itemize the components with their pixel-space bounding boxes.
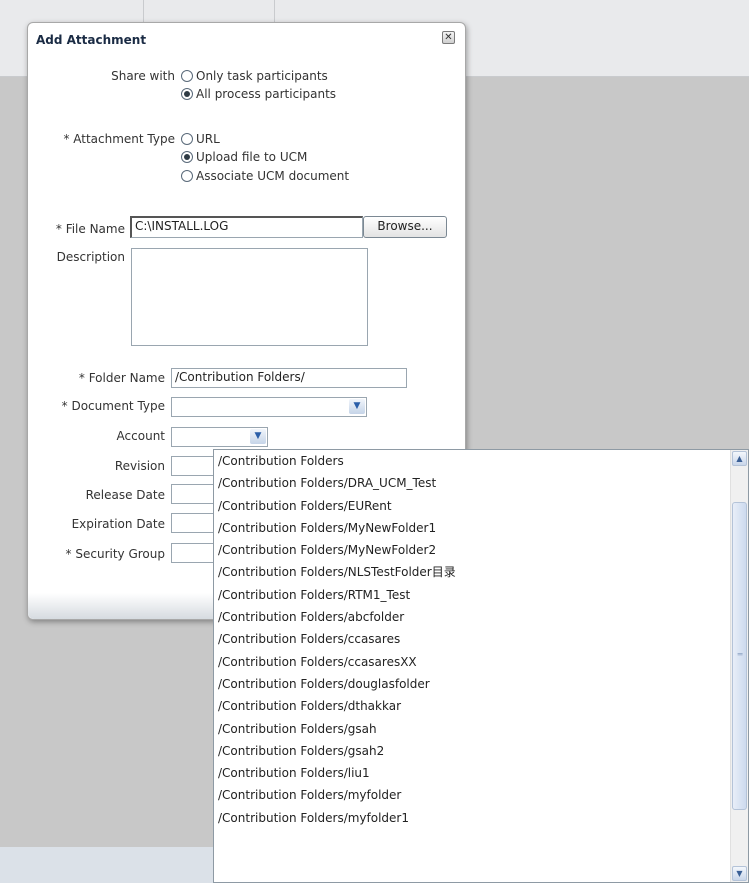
folder-name-input[interactable]: /Contribution Folders/ [171, 368, 407, 388]
folder-suggestion-item[interactable]: /Contribution Folders [214, 450, 731, 472]
scroll-up-icon[interactable]: ▲ [732, 451, 747, 466]
release-date-label: Release Date [85, 488, 165, 502]
folder-suggestion-item[interactable]: /Contribution Folders/abcfolder [214, 606, 731, 628]
account-label: Account [116, 429, 165, 443]
scroll-down-icon[interactable]: ▼ [732, 866, 747, 881]
radio-unselected-icon[interactable] [181, 170, 193, 182]
chevron-down-icon[interactable]: ▼ [250, 429, 266, 444]
attachment-type-upload[interactable]: Upload file to UCM [181, 150, 307, 164]
revision-label: Revision [114, 459, 165, 473]
attachment-type-associate[interactable]: Associate UCM document [181, 169, 349, 183]
account-select[interactable]: ▼ [171, 427, 268, 447]
folder-suggestion-item[interactable]: /Contribution Folders/gsah2 [214, 740, 731, 762]
folder-suggestion-item[interactable]: /Contribution Folders/ccasares [214, 628, 731, 650]
share-with-label: Share with [111, 69, 175, 83]
close-icon[interactable]: ✕ [442, 31, 455, 44]
file-name-label: * File Name [55, 222, 125, 236]
share-option-task[interactable]: Only task participants [181, 69, 328, 83]
dropdown-scrollbar[interactable]: ▲ ═ ▼ [730, 450, 748, 882]
chevron-down-icon[interactable]: ▼ [349, 399, 365, 414]
file-name-input[interactable]: C:\INSTALL.LOG [130, 216, 363, 238]
folder-suggestion-item[interactable]: /Contribution Folders/EURent [214, 495, 731, 517]
folder-suggestion-item[interactable]: /Contribution Folders/dthakkar [214, 695, 731, 717]
folder-suggestion-item[interactable]: /Contribution Folders/myfolder [214, 784, 731, 806]
attachment-type-url[interactable]: URL [181, 132, 220, 146]
scrollbar-thumb[interactable]: ═ [732, 502, 747, 810]
folder-suggestion-list: /Contribution Folders/Contribution Folde… [214, 450, 731, 829]
folder-suggestion-item[interactable]: /Contribution Folders/MyNewFolder1 [214, 517, 731, 539]
folder-suggestion-dropdown[interactable]: /Contribution Folders/Contribution Folde… [213, 449, 749, 883]
folder-name-label: * Folder Name [78, 371, 165, 385]
folder-suggestion-item[interactable]: /Contribution Folders/RTM1_Test [214, 584, 731, 606]
document-type-select[interactable]: ▼ [171, 397, 367, 417]
folder-suggestion-item[interactable]: /Contribution Folders/MyNewFolder2 [214, 539, 731, 561]
radio-unselected-icon[interactable] [181, 70, 193, 82]
folder-suggestion-item[interactable]: /Contribution Folders/NLSTestFolder目录 [214, 561, 731, 583]
share-option-process[interactable]: All process participants [181, 87, 336, 101]
folder-suggestion-item[interactable]: /Contribution Folders/douglasfolder [214, 673, 731, 695]
folder-suggestion-item[interactable]: /Contribution Folders/gsah [214, 718, 731, 740]
document-type-label: * Document Type [61, 399, 165, 413]
expiration-date-label: Expiration Date [71, 517, 165, 531]
security-group-label: * Security Group [65, 547, 165, 561]
folder-suggestion-item[interactable]: /Contribution Folders/ccasaresXX [214, 651, 731, 673]
folder-suggestion-item[interactable]: /Contribution Folders/myfolder1 [214, 807, 731, 829]
radio-selected-icon[interactable] [181, 151, 193, 163]
browse-button[interactable]: Browse... [363, 216, 447, 238]
folder-suggestion-item[interactable]: /Contribution Folders/liu1 [214, 762, 731, 784]
dialog-title: Add Attachment [36, 33, 147, 47]
attachment-type-label: * Attachment Type [63, 132, 175, 146]
description-textarea[interactable] [131, 248, 368, 346]
folder-suggestion-item[interactable]: /Contribution Folders/DRA_UCM_Test [214, 472, 731, 494]
grip-icon: ═ [737, 650, 743, 659]
description-label: Description [56, 250, 125, 264]
radio-unselected-icon[interactable] [181, 133, 193, 145]
radio-selected-icon[interactable] [181, 88, 193, 100]
